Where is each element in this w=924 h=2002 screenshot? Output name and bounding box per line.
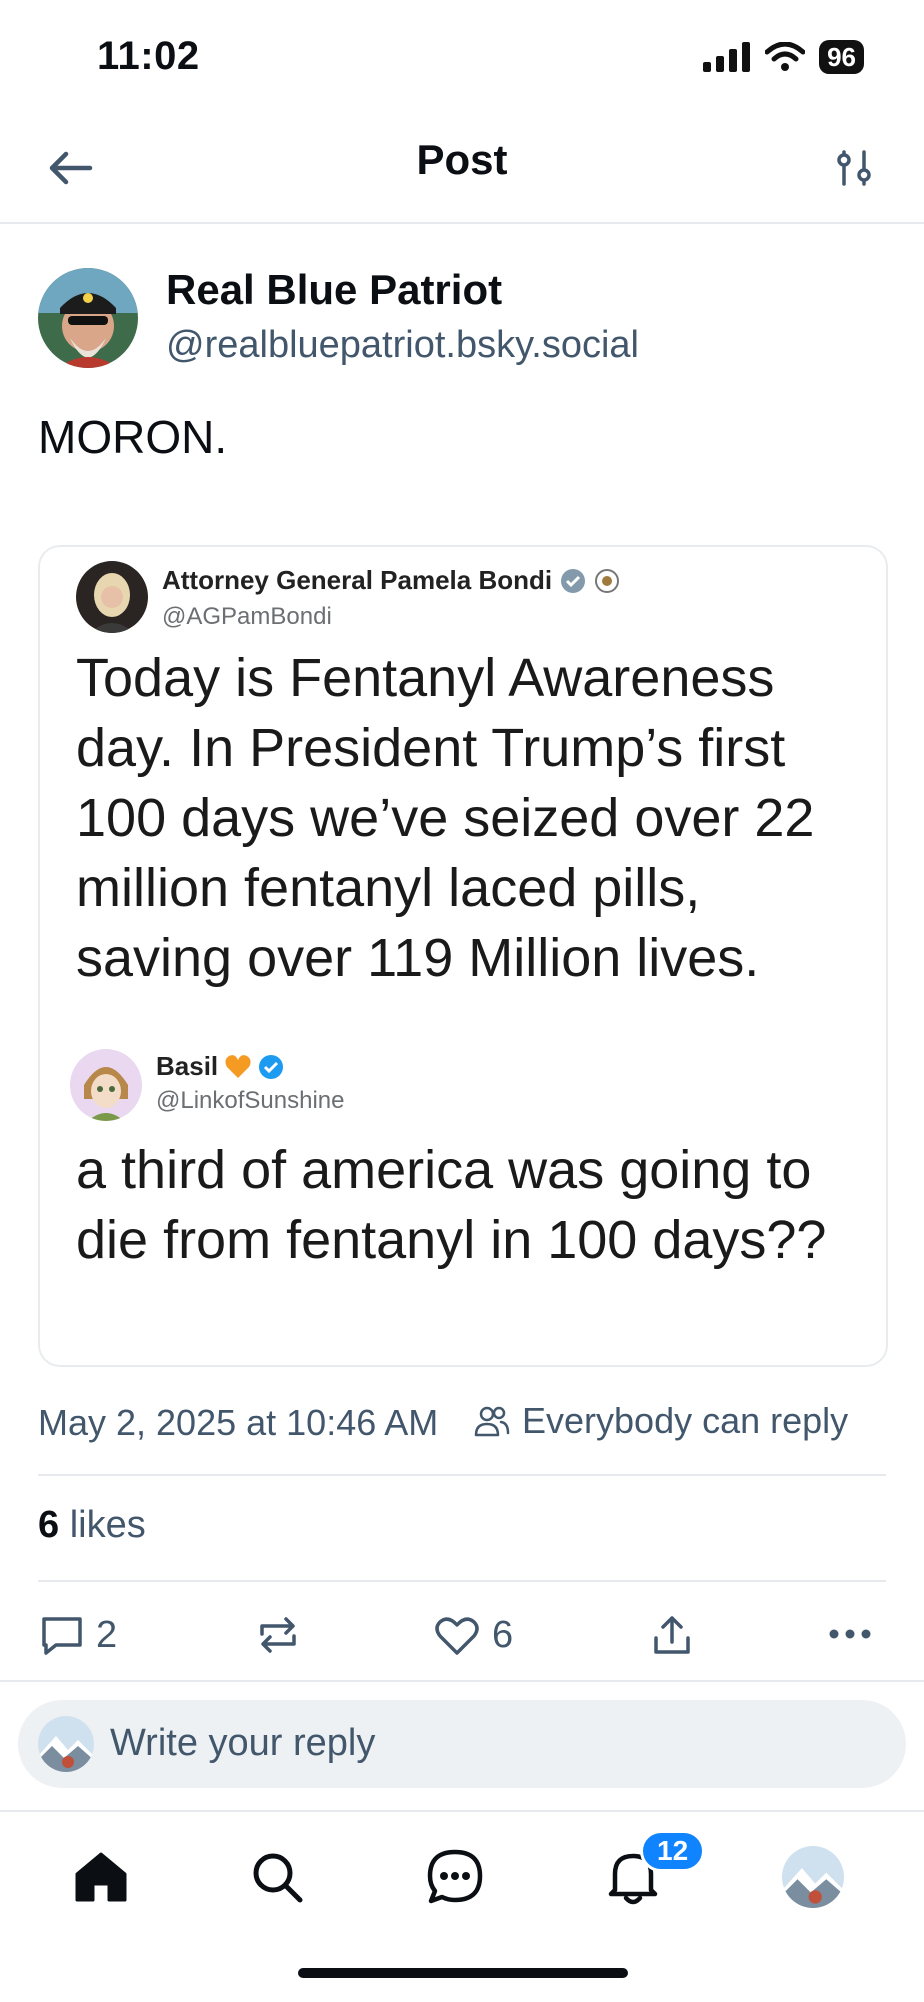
like-count: 6 — [492, 1614, 514, 1656]
likes-count[interactable]: 6 likes — [38, 1504, 146, 1547]
divider — [38, 1580, 886, 1582]
verified-gray-badge-icon — [561, 568, 586, 593]
heart-icon — [435, 1616, 479, 1655]
likes-number: 6 — [38, 1504, 60, 1546]
repost-icon — [260, 1617, 296, 1653]
quoted-author-handle: @AGPamBondi — [162, 603, 332, 630]
author-handle[interactable]: @realbluepatriot.bsky.social — [166, 324, 639, 367]
likes-label: likes — [69, 1504, 146, 1546]
post-text: MORON. — [38, 411, 228, 463]
share-icon — [654, 1616, 690, 1654]
more-options-button[interactable] — [828, 1628, 872, 1640]
government-seal-icon — [595, 568, 620, 593]
post-header: Post — [0, 110, 924, 224]
avatar-image — [38, 268, 138, 368]
like-button[interactable]: 6 — [434, 1614, 513, 1657]
quoted-avatar-basil — [70, 1049, 142, 1121]
divider — [38, 1474, 886, 1476]
chat-bubble-icon — [427, 1849, 483, 1904]
thread-settings-button[interactable] — [824, 138, 884, 198]
search-icon — [253, 1853, 303, 1903]
post-timestamp: May 2, 2025 at 10:46 AM — [38, 1402, 439, 1443]
divider — [0, 1680, 924, 1682]
reply-tweet-text: a third of america was going to die from… — [76, 1140, 827, 1270]
my-avatar — [38, 1716, 94, 1772]
reply-author-name-text: Basil — [156, 1051, 219, 1081]
reply-author-handle: @LinkofSunshine — [156, 1087, 345, 1114]
signal-bars-icon — [703, 42, 751, 72]
reply-author-name: Basil — [156, 1051, 284, 1082]
author-name[interactable]: Real Blue Patriot — [166, 266, 502, 314]
profile-avatar — [782, 1846, 844, 1908]
reply-button[interactable]: 2 — [40, 1614, 117, 1657]
repost-button[interactable] — [256, 1614, 300, 1656]
status-time: 11:02 — [97, 34, 200, 78]
quoted-author-name-text: Attorney General Pamela Bondi — [162, 565, 553, 595]
reply-count: 2 — [96, 1614, 118, 1656]
home-icon — [75, 1852, 127, 1902]
battery-indicator: 96 — [819, 40, 864, 74]
people-icon — [474, 1406, 510, 1437]
notifications-badge: 12 — [640, 1830, 706, 1872]
embedded-image[interactable]: Attorney General Pamela Bondi @AGPamBond… — [38, 545, 888, 1367]
status-icons: 96 — [703, 40, 864, 74]
verified-blue-badge-icon — [259, 1054, 284, 1079]
reply-setting[interactable]: Everybody can reply — [474, 1400, 848, 1442]
reply-composer[interactable]: Write your reply — [18, 1700, 906, 1788]
quoted-avatar-bondi — [76, 561, 148, 633]
ellipsis-icon — [829, 1629, 871, 1639]
tab-home[interactable] — [66, 1842, 136, 1912]
share-button[interactable] — [650, 1614, 694, 1658]
comment-icon — [42, 1616, 82, 1655]
sliders-icon — [837, 150, 871, 186]
quoted-author-name: Attorney General Pamela Bondi — [162, 565, 620, 596]
wifi-icon — [765, 42, 806, 71]
orange-heart-icon — [225, 1054, 251, 1078]
post-actions: 2 6 — [38, 1608, 886, 1668]
quoted-tweet-text: Today is Fentanyl Awareness day. In Pres… — [76, 648, 815, 988]
reply-input[interactable]: Write your reply — [110, 1722, 375, 1765]
author-avatar[interactable] — [38, 268, 138, 368]
home-indicator — [298, 1968, 628, 1978]
tab-search[interactable] — [242, 1842, 312, 1912]
reply-setting-label: Everybody can reply — [522, 1400, 849, 1441]
tab-profile[interactable] — [778, 1842, 848, 1912]
tab-chat[interactable] — [420, 1842, 490, 1912]
page-title: Post — [416, 136, 508, 183]
